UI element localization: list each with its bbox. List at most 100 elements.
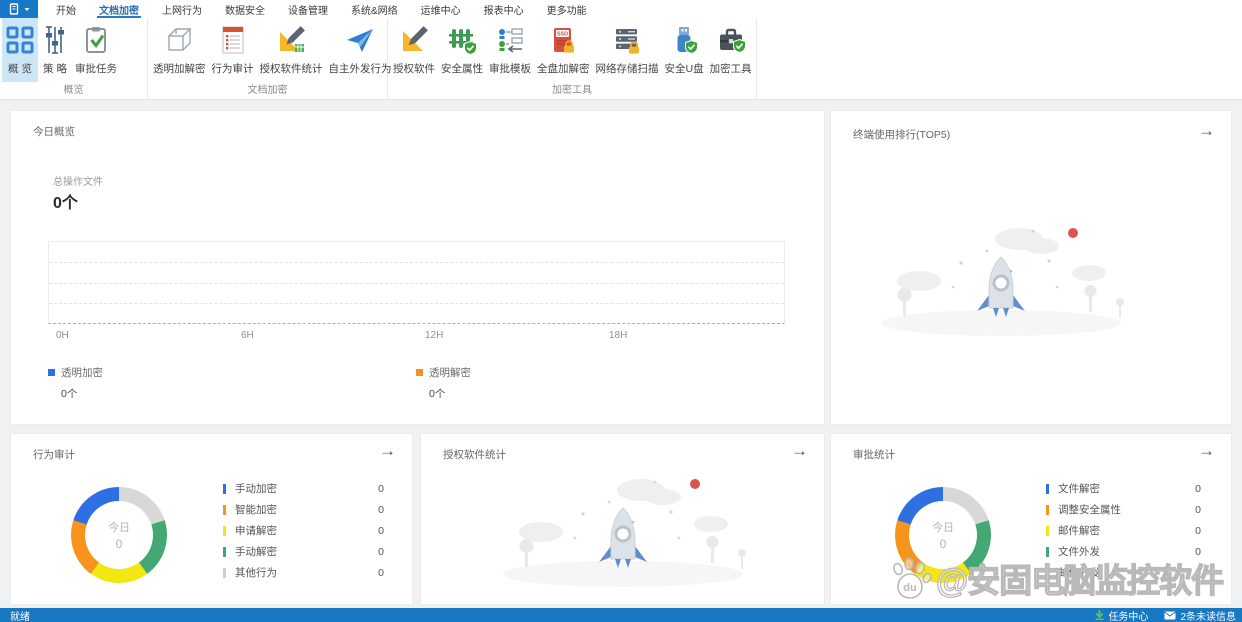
unread-messages-button[interactable]: 2条未读信息: [1164, 608, 1236, 622]
card-terminal-rank: 终端使用排行(TOP5) →: [830, 110, 1232, 425]
ribbon-button-encrypt-tools[interactable]: 加密工具: [707, 18, 755, 82]
legend-swatch: [48, 369, 55, 376]
x-tick: 6H: [241, 330, 254, 341]
ribbon-button-label: 概 览: [8, 63, 32, 75]
ribbon-toolbar: 概 览 策 略 审批任务 概览 透明加解密 行为审计 授权软件统计 自主外发行为…: [0, 18, 1242, 100]
legend-item: 透明加密 0个: [48, 363, 103, 401]
legend-value: 0个: [61, 388, 78, 400]
empty-state-illustration: [483, 462, 763, 597]
menubar: 开始 文档加密 上网行为 数据安全 设备管理 系统&网络 运维中心 报表中心 更…: [0, 0, 1242, 18]
menu-tab-ops-center[interactable]: 运维中心: [419, 0, 463, 18]
menu-tab-data-security[interactable]: 数据安全: [223, 0, 267, 18]
legend-label: 透明加密: [61, 367, 103, 379]
legend-row: 文件外发 0: [1046, 541, 1201, 562]
ribbon-button-label: 安全属性: [441, 63, 483, 75]
x-tick: 18H: [609, 330, 628, 341]
card-approval-stats: 审批统计 → 今日 0 文件解密 0 调整安全属性 0 邮件解密 0 文件外发 0 邮件…: [830, 433, 1232, 605]
overview-grid-icon: [5, 21, 35, 59]
legend-row: 手动解密 0: [223, 541, 384, 562]
ribbon-button-behavior-audit[interactable]: 行为审计: [209, 18, 257, 82]
card-software-stats: 授权软件统计 →: [420, 433, 825, 605]
approval-tasks-clipboard-icon: [81, 21, 111, 59]
legend-row: 智能加密 0: [223, 499, 384, 520]
menu-tab-more[interactable]: 更多功能: [545, 0, 589, 18]
ruler-pencil-icon: [399, 21, 429, 59]
card-detail-arrow[interactable]: →: [379, 442, 396, 459]
ribbon-group-label: 文档加密: [247, 85, 288, 96]
ribbon-button-transparent-encrypt[interactable]: 透明加解密: [150, 18, 209, 82]
ribbon-group-encrypt-tools: 授权软件 安全属性 审批模板 SSD 全盘加解密 网络存储扫描 安全U盘 加密工…: [388, 18, 757, 99]
legend-row: 文件解密 0: [1046, 478, 1201, 499]
app-window-icon: [9, 3, 18, 15]
hourly-operations-chart: [48, 241, 785, 324]
donut-center-label: 今日 0: [108, 522, 130, 551]
ribbon-button-label: 全盘加解密: [537, 63, 590, 75]
card-detail-arrow[interactable]: →: [1198, 442, 1215, 459]
legend-item: 透明解密 0个: [416, 363, 471, 401]
task-center-label: 任务中心: [1108, 611, 1149, 622]
ribbon-button-label: 自主外发行为: [328, 63, 392, 75]
menu-tab-start[interactable]: 开始: [54, 0, 78, 18]
ribbon-group-overview: 概 览 策 略 审批任务 概览: [0, 18, 148, 99]
ruler-pencil-chart-icon: [276, 21, 306, 59]
donut-center-label: 今日 0: [932, 522, 954, 551]
ribbon-button-label: 加密工具: [709, 63, 752, 75]
card-today-overview: 今日概览 总操作文件 0个 0H 6H 12H 18H 透明加密 0个 透明解密…: [10, 110, 825, 425]
legend-row: 邮件外发 0: [1046, 562, 1201, 583]
menu-tab-doc-encryption[interactable]: 文档加密: [97, 0, 141, 18]
ribbon-button-authorized-software[interactable]: 授权软件: [390, 18, 438, 82]
ribbon-button-label: 审批任务: [75, 63, 117, 75]
main-menu: 开始 文档加密 上网行为 数据安全 设备管理 系统&网络 运维中心 报表中心 更…: [54, 0, 589, 18]
total-files-value: 0个: [53, 195, 78, 212]
app-menu-button[interactable]: [0, 0, 38, 18]
card-title: 终端使用排行(TOP5): [853, 129, 951, 141]
ribbon-button-network-storage-scan[interactable]: 网络存储扫描: [593, 18, 662, 82]
audit-document-icon: [220, 21, 246, 59]
total-files-label: 总操作文件: [53, 177, 103, 188]
statusbar: 就绪 任务中心 2条未读信息: [0, 608, 1242, 622]
svg-text:SSD: SSD: [557, 32, 568, 38]
download-arrow-icon: [1095, 610, 1104, 620]
card-detail-arrow[interactable]: →: [1198, 122, 1215, 139]
ribbon-button-label: 授权软件: [393, 63, 435, 75]
ribbon-button-security-attribute[interactable]: 安全属性: [438, 18, 486, 82]
ribbon-button-label: 策 略: [43, 63, 67, 75]
legend-row: 申请解密 0: [223, 520, 384, 541]
x-tick: 12H: [425, 330, 444, 341]
empty-state-illustration: [861, 211, 1141, 346]
menu-tab-device-mgmt[interactable]: 设备管理: [286, 0, 330, 18]
menu-tab-web-behavior[interactable]: 上网行为: [160, 0, 204, 18]
ribbon-button-approval-template[interactable]: 审批模板: [486, 18, 534, 82]
ribbon-button-self-outgoing[interactable]: 自主外发行为: [326, 18, 395, 82]
task-center-button[interactable]: 任务中心: [1095, 608, 1148, 622]
ribbon-button-approval-tasks[interactable]: 审批任务: [72, 18, 120, 82]
menu-tab-report-center[interactable]: 报表中心: [482, 0, 526, 18]
status-ready-text: 就绪: [10, 611, 30, 622]
legend-value: 0个: [429, 388, 446, 400]
cube-icon: [164, 21, 194, 59]
legend-swatch: [416, 369, 423, 376]
card-title: 审批统计: [853, 449, 895, 461]
usb-shield-icon: [669, 21, 699, 59]
ribbon-button-policy[interactable]: 策 略: [38, 18, 72, 82]
legend-row: 手动加密 0: [223, 478, 384, 499]
ribbon-group-doc-encryption: 透明加解密 行为审计 授权软件统计 自主外发行为 文档加密: [148, 18, 392, 99]
ribbon-button-secure-usb[interactable]: 安全U盘: [662, 18, 707, 82]
envelope-icon: [1164, 611, 1177, 619]
fence-shield-icon: [447, 21, 477, 59]
ribbon-button-label: 安全U盘: [664, 63, 704, 75]
legend-row: 其他行为 0: [223, 562, 384, 583]
x-tick: 0H: [56, 330, 69, 341]
ribbon-button-full-disk-encrypt[interactable]: SSD 全盘加解密: [534, 18, 593, 82]
menu-tab-system-network[interactable]: 系统&网络: [349, 0, 400, 18]
unread-messages-label: 2条未读信息: [1180, 611, 1236, 622]
legend-row: 调整安全属性 0: [1046, 499, 1201, 520]
ribbon-button-label: 授权软件统计: [259, 63, 323, 75]
policy-sliders-icon: [41, 21, 69, 59]
ribbon-button-authorized-software-stats[interactable]: 授权软件统计: [257, 18, 326, 82]
card-title: 今日概览: [33, 126, 75, 138]
ribbon-button-overview[interactable]: 概 览: [2, 18, 38, 82]
card-title: 授权软件统计: [443, 449, 506, 461]
card-detail-arrow[interactable]: →: [791, 442, 808, 459]
ssd-lock-icon: SSD: [548, 21, 578, 59]
